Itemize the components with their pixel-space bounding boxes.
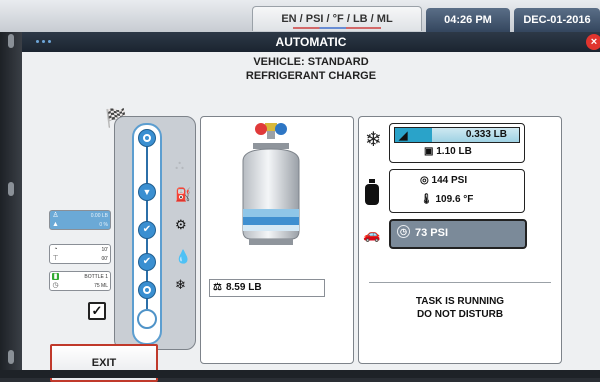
leak-test-time: 00'	[101, 255, 108, 262]
target-row: ▣ 1.10 LB	[424, 146, 472, 157]
step-vacuum-node	[138, 221, 156, 239]
target-amount: 1.10 LB	[436, 146, 472, 157]
tank-pressure-value: 144 PSI	[431, 175, 468, 186]
automatic-window: AUTOMATIC × VEHICLE: STANDARD REFRIGERAN…	[22, 32, 600, 382]
pressure-gauge-icon: ◎	[420, 175, 429, 186]
refrigerant-tank-icon	[242, 123, 300, 245]
thermometer-icon: 🌡	[420, 194, 433, 205]
subtitle-label: REFRIGERANT CHARGE	[245, 70, 377, 82]
tank-weight-field: ⚖ 8.59 LB	[209, 279, 325, 297]
snowflake-icon: ❄	[365, 129, 382, 151]
rail-handle[interactable]	[8, 182, 14, 196]
oil-drop-icon: 💧	[175, 249, 192, 264]
gauge-icon: ◔	[53, 246, 58, 253]
flask-icon: ▲	[52, 221, 59, 228]
charge-progress-bar: ◢ 0.333 LB	[394, 127, 520, 143]
units-tab[interactable]: EN / PSI / °F / LB / ML	[252, 6, 422, 31]
process-steps-panel: ⛬ ⛽ ⚙ 💧 ❄	[114, 116, 196, 350]
auto-checkbox[interactable]: ✓	[88, 302, 106, 320]
pump-icon: ⊤	[52, 255, 59, 262]
bottom-bar	[0, 370, 600, 378]
temperature-row: 🌡 109.6 °F	[420, 194, 473, 205]
time-tab: 04:26 PM	[426, 8, 510, 32]
recovery-icon: ⛽	[175, 187, 192, 202]
recovery-card: ♙ 0.00 LB ▲ 0 %	[49, 210, 111, 230]
charged-amount: 0.333 LB	[465, 129, 507, 140]
vehicle-pressure-box: ◷ 73 PSI	[389, 219, 527, 249]
vehicle-pressure-value: 73 PSI	[415, 227, 449, 239]
vehicle-label: VEHICLE: STANDARD	[253, 56, 369, 68]
tank-temperature-value: 109.6 °F	[435, 194, 474, 205]
step-start-node	[138, 129, 156, 147]
snowflake-step-icon: ❄	[175, 277, 186, 292]
oil-amount: 75 ML	[94, 282, 108, 289]
content-area: VEHICLE: STANDARD REFRIGERANT CHARGE ♙ 0.…	[22, 52, 600, 382]
clock-icon: ◷	[52, 282, 59, 289]
car-icon: 🚗	[363, 226, 381, 242]
tank-weight-value: 8.59 LB	[225, 282, 262, 293]
divider	[369, 282, 551, 283]
recovered-percent: 0 %	[99, 221, 108, 228]
bottle-label: BOTTLE 1	[84, 273, 108, 280]
recovered-amount: 0.00 LB	[90, 212, 108, 219]
step-charge-node	[138, 281, 156, 299]
tank-pressure-box: ◎ 144 PSI 🌡 109.6 °F	[389, 169, 525, 213]
oil-card: ▮ BOTTLE 1 ◷ 75 ML	[49, 271, 111, 291]
tank-icon	[365, 179, 379, 205]
charge-gauge-icon: ◢	[399, 130, 408, 142]
charge-status-panel: ❄ ◢ 0.333 LB ▣ 1.10 LB ◎ 144 PSI 🌡 109.6…	[358, 116, 562, 364]
task-status: TASK IS RUNNING DO NOT DISTURB	[359, 295, 561, 321]
task-status-line2: DO NOT DISTURB	[416, 309, 504, 320]
task-status-line1: TASK IS RUNNING	[415, 296, 505, 307]
window-title: AUTOMATIC	[275, 35, 347, 49]
status-bar: EN / PSI / °F / LB / ML 04:26 PM DEC-01-…	[0, 0, 600, 32]
target-icon: ▣	[424, 146, 434, 157]
step-end-node	[137, 309, 157, 329]
person-icon: ♙	[52, 212, 59, 219]
step-oil-node	[138, 253, 156, 271]
close-icon[interactable]: ×	[586, 34, 600, 50]
bottle-icon: ▮	[52, 273, 59, 280]
title-bar: AUTOMATIC ×	[22, 32, 600, 52]
left-rail	[0, 32, 22, 378]
vacuum-time: 10'	[101, 246, 108, 253]
tank-panel: ⚖ 8.59 LB	[200, 116, 354, 364]
weight-icon: ⚖	[213, 282, 222, 293]
rail-handle[interactable]	[8, 350, 14, 364]
charge-amount-box: ◢ 0.333 LB ▣ 1.10 LB	[389, 123, 525, 163]
date-tab: DEC-01-2016	[514, 8, 600, 32]
rail-handle[interactable]	[8, 34, 14, 48]
step-recovery-node	[138, 183, 156, 201]
vacuum-pump-icon: ⚙	[175, 217, 187, 232]
flush-icon: ⛬	[175, 157, 185, 172]
vehicle-gauge-icon: ◷	[397, 225, 410, 238]
pressure-row: ◎ 144 PSI	[420, 175, 467, 186]
process-track	[132, 123, 162, 345]
page-title: VEHICLE: STANDARD REFRIGERANT CHARGE	[22, 55, 600, 83]
vacuum-card: ◔ 10' ⊤ 00'	[49, 244, 111, 264]
